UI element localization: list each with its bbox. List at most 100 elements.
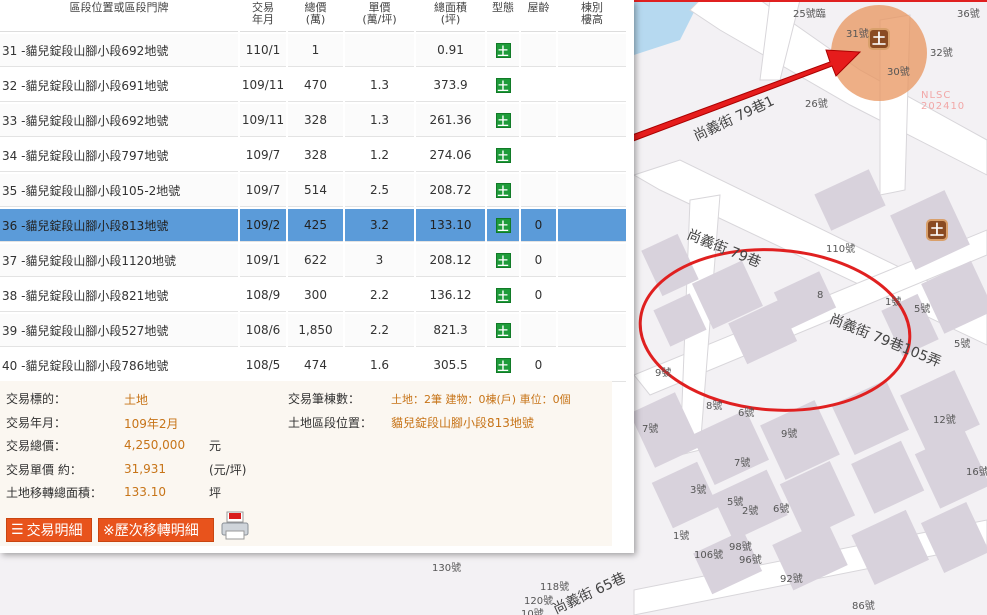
target-label: 交易標的：	[6, 392, 67, 406]
cell-age	[521, 139, 556, 172]
date-value: 109年2月	[124, 417, 179, 431]
cell-area: 136.12	[416, 279, 485, 312]
cell-area: 274.06	[416, 139, 485, 172]
cell-age	[521, 34, 556, 67]
cell-area: 261.36	[416, 104, 485, 137]
land-type-icon: 土	[495, 357, 511, 373]
cell-special	[558, 174, 626, 207]
cell-date: 109/11	[240, 104, 286, 137]
history-transfer-button-label: ※歷次移轉明細	[103, 523, 199, 539]
transaction-table: 區段位置或區段門牌 交易 年月 總價 (萬) 單價 (萬/坪) 總面積 (坪) …	[0, 0, 628, 384]
land-area-value: 133.10	[124, 485, 166, 499]
map-address-label: 16號	[966, 467, 987, 478]
cell-unit-price: 2.2	[345, 279, 414, 312]
map-address-label: 10號	[521, 609, 544, 615]
map-address-label: 12號	[933, 415, 956, 426]
cell-total: 425	[288, 209, 343, 242]
header-date[interactable]: 交易 年月	[240, 0, 286, 32]
transaction-detail-button[interactable]: ☰ 交易明細	[6, 518, 92, 542]
table-row[interactable]: 40 -貓兒錠段山腳小段786地號 108/5 474 1.6 305.5 土 0	[0, 349, 626, 382]
cell-area: 208.72	[416, 174, 485, 207]
cell-total: 514	[288, 174, 343, 207]
cell-date: 108/5	[240, 349, 286, 382]
total-price-value: 4,250,000	[124, 438, 186, 452]
cell-total: 1	[288, 34, 343, 67]
map-address-label: 1號	[673, 531, 690, 542]
table-row[interactable]: 33 -貓兒錠段山腳小段692地號 109/11 328 1.3 261.36 土	[0, 104, 626, 137]
cell-special	[558, 34, 626, 67]
cell-total: 474	[288, 349, 343, 382]
cell-type: 土	[487, 279, 519, 312]
map-address-label: 3號	[690, 485, 707, 496]
cell-location: 36 -貓兒錠段山腳小段813地號	[0, 209, 238, 242]
cell-type: 土	[487, 139, 519, 172]
transaction-panel: 區段位置或區段門牌 交易 年月 總價 (萬) 單價 (萬/坪) 總面積 (坪) …	[0, 0, 634, 553]
map-address-label: 32號	[930, 48, 953, 59]
land-type-icon: 土	[495, 147, 511, 163]
header-special[interactable]: 棟別 樓高	[558, 0, 626, 32]
table-row[interactable]: 32 -貓兒錠段山腳小段691地號 109/11 470 1.3 373.9 土	[0, 69, 626, 102]
cell-area: 821.3	[416, 314, 485, 347]
header-location[interactable]: 區段位置或區段門牌	[0, 0, 238, 32]
cell-location: 40 -貓兒錠段山腳小段786地號	[0, 349, 238, 382]
land-marker-icon[interactable]: 土	[926, 219, 948, 241]
unit-price-value: 31,931	[124, 462, 166, 476]
total-price-unit: 元	[209, 439, 222, 453]
cell-date: 109/7	[240, 174, 286, 207]
map-address-label: 8號	[706, 401, 723, 412]
cell-area: 208.12	[416, 244, 485, 277]
cell-location: 38 -貓兒錠段山腳小段821地號	[0, 279, 238, 312]
cell-type: 土	[487, 244, 519, 277]
cell-type: 土	[487, 34, 519, 67]
land-type-icon: 土	[495, 252, 511, 268]
cell-special	[558, 244, 626, 277]
cell-unit-price: 3.2	[345, 209, 414, 242]
map-address-label: 5號	[954, 339, 971, 350]
table-row[interactable]: 39 -貓兒錠段山腳小段527地號 108/6 1,850 2.2 821.3 土	[0, 314, 626, 347]
map-address-label: 86號	[852, 601, 875, 612]
map-watermark: NLSC 202410	[921, 90, 966, 112]
header-type[interactable]: 型態	[487, 0, 519, 32]
map-address-label: 26號	[805, 99, 828, 110]
count-label: 交易筆棟數：	[288, 392, 361, 406]
table-row[interactable]: 38 -貓兒錠段山腳小段821地號 108/9 300 2.2 136.12 土 0	[0, 279, 626, 312]
pdf-print-icon[interactable]	[220, 511, 250, 541]
land-type-icon: 土	[495, 112, 511, 128]
table-row[interactable]: 34 -貓兒錠段山腳小段797地號 109/7 328 1.2 274.06 土	[0, 139, 626, 172]
map-address-label: 25號臨	[793, 9, 826, 20]
cell-date: 109/11	[240, 69, 286, 102]
cell-area: 373.9	[416, 69, 485, 102]
header-age[interactable]: 屋齡	[521, 0, 556, 32]
cell-location: 34 -貓兒錠段山腳小段797地號	[0, 139, 238, 172]
cell-location: 39 -貓兒錠段山腳小段527地號	[0, 314, 238, 347]
land-type-icon: 土	[495, 287, 511, 303]
cell-age: 0	[521, 279, 556, 312]
header-total[interactable]: 總價 (萬)	[288, 0, 343, 32]
table-row[interactable]: 37 -貓兒錠段山腳小段1120地號 109/1 622 3 208.12 土 0	[0, 244, 626, 277]
header-unit-price[interactable]: 單價 (萬/坪)	[345, 0, 414, 32]
table-row[interactable]: 31 -貓兒錠段山腳小段692地號 110/1 1 0.91 土	[0, 34, 626, 67]
cell-special	[558, 279, 626, 312]
cell-special	[558, 349, 626, 382]
map-address-label: 118號	[540, 582, 570, 593]
map-address-label: 31號	[846, 29, 869, 40]
land-marker-icon[interactable]: 土	[868, 28, 890, 50]
cell-age	[521, 69, 556, 102]
cell-type: 土	[487, 349, 519, 382]
map-address-label: 5號	[727, 497, 744, 508]
unit-price-unit: (元/坪)	[209, 463, 247, 477]
cell-unit-price: 1.3	[345, 69, 414, 102]
cell-unit-price: 3	[345, 244, 414, 277]
land-type-icon: 土	[495, 182, 511, 198]
cell-type: 土	[487, 209, 519, 242]
cell-age: 0	[521, 244, 556, 277]
table-row[interactable]: 35 -貓兒錠段山腳小段105-2地號 109/7 514 2.5 208.72 土	[0, 174, 626, 207]
table-header: 區段位置或區段門牌 交易 年月 總價 (萬) 單價 (萬/坪) 總面積 (坪) …	[0, 0, 626, 32]
cell-age	[521, 104, 556, 137]
table-row[interactable]: 36 -貓兒錠段山腳小段813地號 109/2 425 3.2 133.10 土 0	[0, 209, 626, 242]
history-transfer-button[interactable]: ※歷次移轉明細	[98, 518, 214, 542]
header-area[interactable]: 總面積 (坪)	[416, 0, 485, 32]
land-area-unit: 坪	[209, 486, 222, 500]
cell-age: 0	[521, 349, 556, 382]
map-address-label: 7號	[734, 458, 751, 469]
